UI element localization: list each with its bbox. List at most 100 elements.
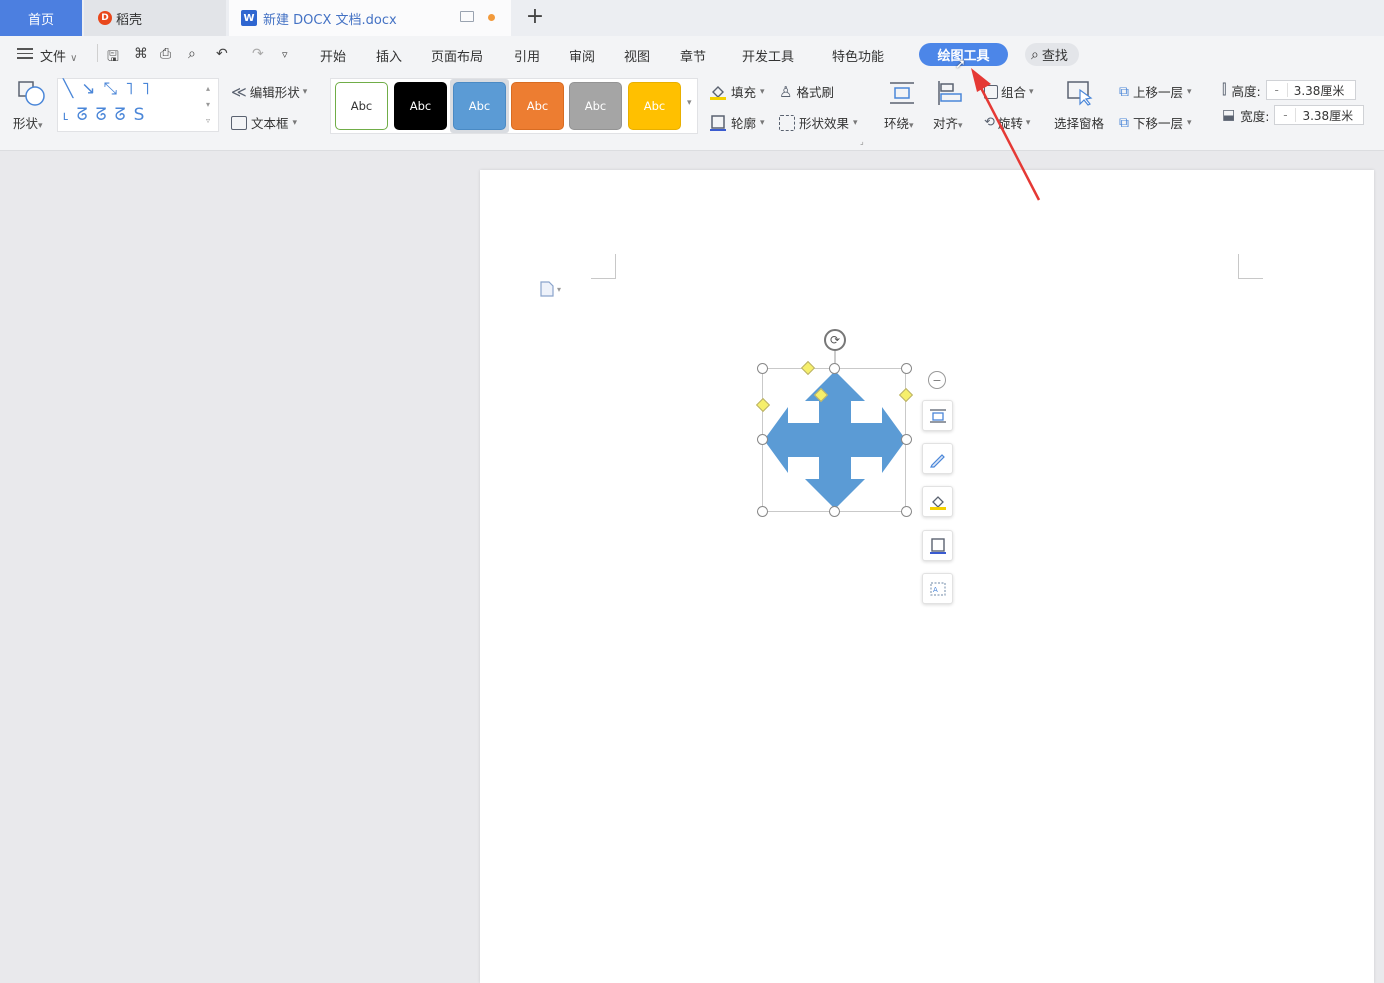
- rotate-handle-icon[interactable]: ⟳: [824, 329, 846, 351]
- customize-toolbar-icon[interactable]: ▿: [282, 48, 288, 61]
- undo-icon[interactable]: ↶: [216, 46, 228, 62]
- menu-developer[interactable]: 开发工具: [742, 46, 794, 65]
- text-box-label: 文本框: [251, 116, 289, 131]
- width-value: 3.38厘米: [1302, 108, 1354, 123]
- menu-references[interactable]: 引用: [514, 46, 540, 65]
- chevron-down-icon: ▾: [760, 86, 765, 97]
- menu-page-layout[interactable]: 页面布局: [431, 46, 483, 65]
- arrow-line-icon[interactable]: ↘: [81, 79, 95, 99]
- style-swatch-blue[interactable]: Abc: [453, 82, 506, 130]
- selection-pane-icon[interactable]: [1066, 80, 1094, 110]
- resize-handle-n[interactable]: [829, 363, 840, 374]
- gallery-more-icon[interactable]: ▾: [687, 98, 692, 108]
- elbow-arrow-connector-icon[interactable]: ˥: [142, 79, 150, 99]
- double-arrow-line-icon[interactable]: ⤡: [104, 79, 118, 99]
- hamburger-menu-icon[interactable]: [17, 46, 33, 62]
- edit-shape-button[interactable]: ≪ 编辑形状 ▾: [231, 82, 307, 101]
- selection-pane-button[interactable]: 选择窗格: [1054, 113, 1104, 132]
- bring-forward-icon: ⧉: [1119, 83, 1129, 100]
- curved-double-arrow-icon[interactable]: ᘔ: [115, 105, 126, 125]
- elbow-connector-icon[interactable]: ˥: [125, 79, 133, 99]
- width-field-group: ⬓ 宽度: -3.38厘米: [1222, 105, 1365, 125]
- paragraph-marker-button[interactable]: ▾: [540, 281, 561, 297]
- height-icon: ⫿: [1222, 82, 1227, 98]
- menu-section[interactable]: 章节: [680, 46, 706, 65]
- style-swatch-gray[interactable]: Abc: [569, 82, 622, 130]
- edit-shape-label: 编辑形状: [249, 85, 300, 100]
- selected-shape-canvas[interactable]: [740, 325, 930, 530]
- curved-connector-icon[interactable]: ᘔ: [77, 105, 88, 125]
- tab-home[interactable]: 首页: [0, 0, 82, 36]
- new-tab-button[interactable]: +: [525, 4, 545, 29]
- shape-effects-button[interactable]: 形状效果 ▾: [779, 113, 858, 132]
- format-painter-button[interactable]: ♙ 格式刷: [779, 82, 834, 101]
- pen-icon[interactable]: [922, 443, 953, 474]
- text-wrap-icon[interactable]: A: [922, 573, 953, 604]
- outline-icon[interactable]: [922, 530, 953, 561]
- file-menu[interactable]: 文件 ∨: [40, 46, 77, 65]
- bring-forward-button[interactable]: ⧉ 上移一层 ▾: [1119, 82, 1192, 101]
- shapes-icon[interactable]: [18, 80, 46, 112]
- elbow-double-arrow-icon[interactable]: ˪: [63, 105, 69, 125]
- print-preview-icon[interactable]: ⌕: [188, 46, 196, 62]
- height-label: 高度:: [1231, 83, 1261, 99]
- width-input[interactable]: -3.38厘米: [1274, 105, 1365, 125]
- style-swatch-orange[interactable]: Abc: [511, 82, 564, 130]
- height-decrement-button[interactable]: -: [1267, 83, 1288, 97]
- style-swatch-white[interactable]: Abc: [335, 82, 388, 130]
- divider: [97, 44, 98, 62]
- resize-handle-sw[interactable]: [757, 506, 768, 517]
- shape-effects-label: 形状效果: [799, 116, 850, 131]
- document-icon: [540, 281, 554, 297]
- style-swatch-black[interactable]: Abc: [394, 82, 447, 130]
- svg-text:A: A: [933, 586, 938, 594]
- wrap-icon[interactable]: [888, 80, 916, 110]
- print-icon[interactable]: ⎙: [160, 46, 171, 62]
- format-painter-icon: ♙: [779, 82, 793, 101]
- dialog-launcher-icon[interactable]: ⌟: [860, 137, 864, 146]
- format-painter-quick-icon[interactable]: ⌘: [134, 46, 148, 62]
- outline-icon: [710, 114, 726, 131]
- redo-icon[interactable]: ↷: [252, 46, 264, 62]
- save-icon[interactable]: 🖫: [107, 46, 119, 70]
- gallery-scroll-icon[interactable]: ▴ ▾ ▿: [206, 81, 210, 129]
- freeform-curve-icon[interactable]: S: [134, 105, 145, 125]
- chevron-down-icon: ▾: [909, 121, 914, 131]
- resize-handle-s[interactable]: [829, 506, 840, 517]
- resize-handle-e[interactable]: [901, 434, 912, 445]
- resize-handle-ne[interactable]: [901, 363, 912, 374]
- monitor-icon[interactable]: [460, 11, 474, 22]
- resize-handle-nw[interactable]: [757, 363, 768, 374]
- send-backward-button[interactable]: ⧉ 下移一层 ▾: [1119, 113, 1192, 132]
- wrap-button[interactable]: 环绕▾: [884, 113, 914, 132]
- style-swatch-gold[interactable]: Abc: [628, 82, 681, 130]
- resize-handle-se[interactable]: [901, 506, 912, 517]
- collapse-icon[interactable]: −: [928, 371, 946, 389]
- text-box-button[interactable]: 文本框 ▾: [231, 113, 297, 132]
- chevron-down-icon: ▾: [38, 121, 43, 131]
- outline-button[interactable]: 轮廓 ▾: [709, 113, 765, 132]
- menu-insert[interactable]: 插入: [376, 46, 402, 65]
- tab-document-label: 新建 DOCX 文档.docx: [263, 12, 397, 28]
- menu-start[interactable]: 开始: [320, 46, 346, 65]
- menu-view[interactable]: 视图: [624, 46, 650, 65]
- shapes-button[interactable]: 形状▾: [13, 113, 43, 132]
- height-field-group: ⫿ 高度: -3.38厘米: [1222, 80, 1356, 100]
- format-painter-label: 格式刷: [796, 85, 834, 100]
- shape-effects-icon: [779, 114, 795, 131]
- fill-button[interactable]: 填充 ▾: [709, 82, 765, 101]
- layout-options-icon[interactable]: [922, 400, 953, 431]
- width-decrement-button[interactable]: -: [1275, 108, 1297, 122]
- tab-daoke[interactable]: D 稻壳: [84, 0, 226, 36]
- line-shapes-gallery[interactable]: ╲ ↘ ⤡ ˥ ˥ ˪ ᘔ ᘔ ᘔ S ▴ ▾ ▿: [57, 78, 219, 132]
- chevron-down-icon: ▾: [1187, 117, 1192, 128]
- style-swatch-label: Abc: [468, 99, 491, 113]
- line-shape-icon[interactable]: ╲: [63, 79, 73, 99]
- style-swatch-label: Abc: [643, 99, 666, 113]
- curved-arrow-connector-icon[interactable]: ᘔ: [96, 105, 107, 125]
- menu-review[interactable]: 审阅: [569, 46, 595, 65]
- fill-icon[interactable]: [922, 486, 953, 517]
- resize-handle-w[interactable]: [757, 434, 768, 445]
- menu-special-features[interactable]: 特色功能: [832, 46, 884, 65]
- height-input[interactable]: -3.38厘米: [1265, 80, 1356, 100]
